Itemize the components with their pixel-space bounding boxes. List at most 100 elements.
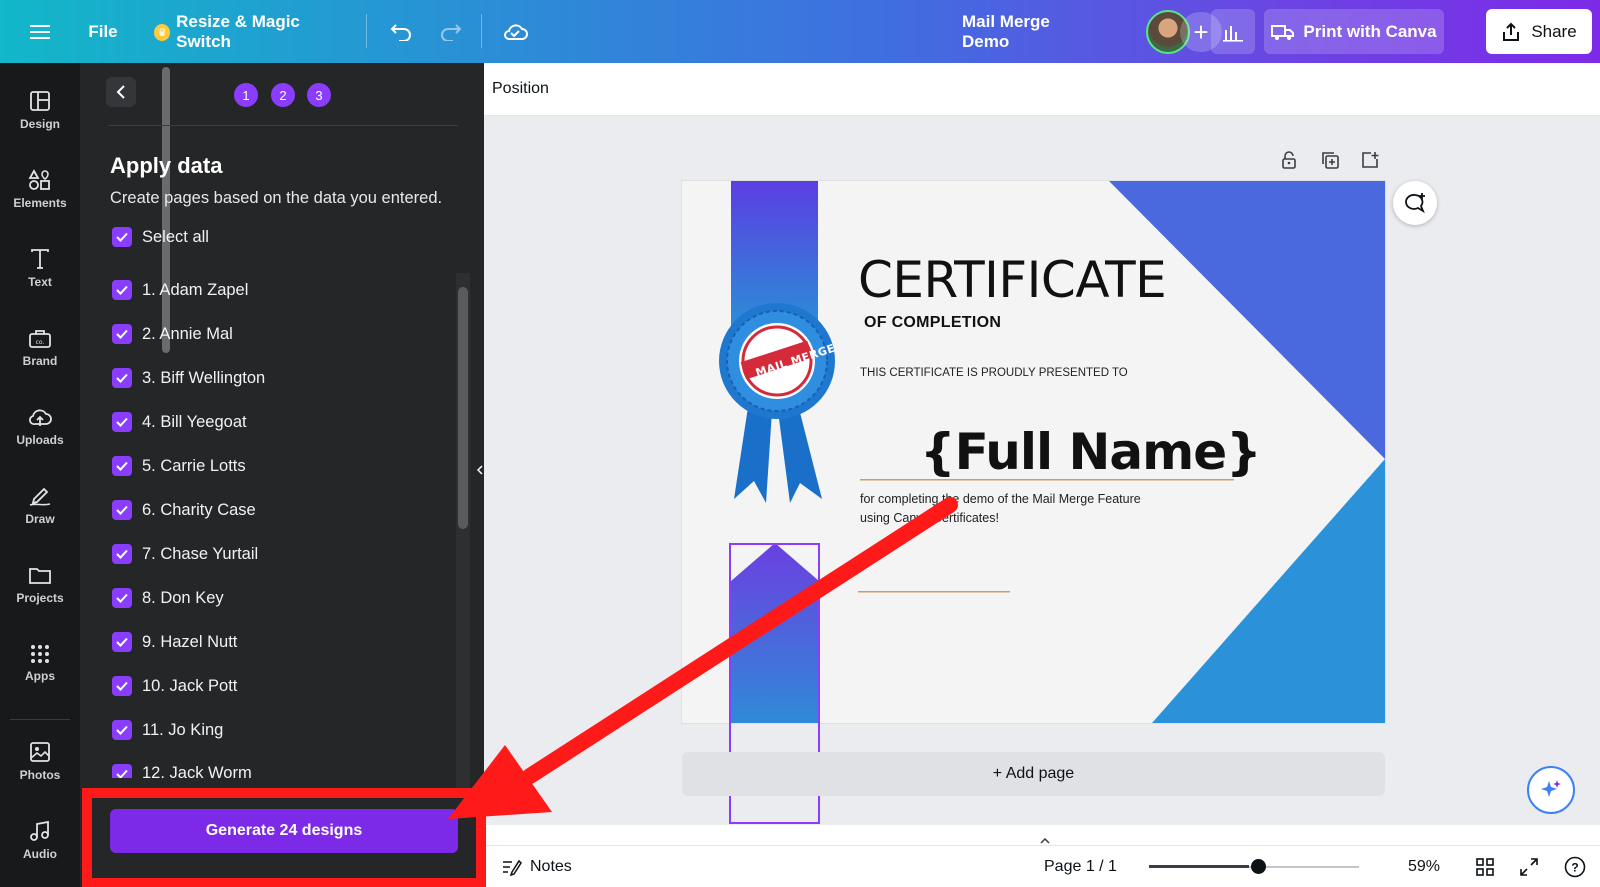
checkbox-checked-icon	[112, 412, 132, 432]
checkbox-checked-icon	[112, 588, 132, 608]
presented-text: THIS CERTIFICATE IS PROUDLY PRESENTED TO	[860, 367, 1128, 379]
divider	[10, 719, 70, 720]
data-row-checkbox[interactable]: 9. Hazel Nutt	[112, 632, 237, 652]
rail-item-brand[interactable]: co. Brand	[0, 312, 80, 382]
sparkle-icon	[1541, 780, 1561, 797]
checkbox-checked-icon	[112, 456, 132, 476]
add-page-icon[interactable]	[1360, 150, 1384, 170]
full-name-placeholder[interactable]: {Full Name}	[920, 423, 1262, 481]
rail-item-text[interactable]: Text	[0, 233, 80, 303]
data-row-checkbox[interactable]: 11. Jo King	[112, 720, 223, 740]
elements-icon	[28, 168, 50, 190]
checkbox-checked-icon	[112, 544, 132, 564]
divider	[108, 125, 458, 126]
file-menu[interactable]: File	[88, 12, 118, 52]
print-label: Print with Canva	[1303, 21, 1437, 41]
data-row-checkbox[interactable]: 4. Bill Yeegoat	[112, 412, 247, 432]
checkbox-checked-icon	[112, 720, 132, 740]
grid-view-icon[interactable]	[1476, 858, 1494, 881]
data-row-checkbox[interactable]: 2. Annie Mal	[112, 324, 233, 344]
select-all-label: Select all	[142, 227, 209, 246]
crown-icon: ♛	[154, 23, 171, 41]
rail-item-photos[interactable]: Photos	[0, 726, 80, 796]
add-comment-button[interactable]	[1393, 181, 1437, 225]
signature-line	[858, 591, 1010, 593]
rail-item-apps[interactable]: Apps	[0, 628, 80, 698]
description-line-2: using Canva Certificates!	[860, 511, 999, 525]
step-indicator-3[interactable]: 3	[307, 83, 331, 107]
notes-button[interactable]: Notes	[530, 858, 572, 876]
text-icon	[31, 248, 49, 269]
redo-icon[interactable]	[436, 12, 466, 52]
certificate-subtitle: OF COMPLETION	[864, 314, 1002, 331]
svg-text:?: ?	[1571, 861, 1578, 875]
help-icon[interactable]: ?	[1564, 856, 1586, 883]
insights-chart-icon[interactable]	[1211, 9, 1255, 54]
data-row-label: 5. Carrie Lotts	[142, 456, 246, 475]
checkbox-checked-icon	[112, 764, 132, 778]
top-toolbar: File ♛ Resize & Magic Switch Mail Merge …	[0, 0, 1600, 63]
rail-item-audio[interactable]: Audio	[0, 805, 80, 875]
data-row-label: 4. Bill Yeegoat	[142, 412, 247, 431]
cloud-saved-icon[interactable]	[500, 12, 530, 52]
rail-label: Draw	[25, 511, 55, 526]
rail-item-draw[interactable]: Draw	[0, 470, 80, 540]
panel-scrollbar[interactable]	[162, 67, 170, 353]
checkbox-checked-icon	[112, 280, 132, 300]
resize-label: Resize & Magic Switch	[176, 12, 300, 51]
list-scrollbar-thumb[interactable]	[458, 287, 468, 529]
position-button[interactable]: Position	[492, 80, 549, 98]
magic-assistant-button[interactable]	[1527, 766, 1575, 814]
data-row-checkbox[interactable]: 10. Jack Pott	[112, 676, 237, 696]
audio-icon	[30, 820, 49, 841]
generate-designs-button[interactable]: Generate 24 designs	[110, 809, 458, 853]
lock-icon[interactable]	[1280, 150, 1304, 170]
description-line-1: for completing the demo of the Mail Merg…	[860, 492, 1141, 506]
resize-button[interactable]: ♛ Resize & Magic Switch	[154, 12, 350, 52]
data-row-label: 2. Annie Mal	[142, 324, 233, 343]
share-icon	[1503, 22, 1520, 41]
zoom-slider-fill	[1149, 865, 1249, 868]
rail-item-elements[interactable]: Elements	[0, 154, 80, 224]
rail-label: Uploads	[16, 432, 64, 447]
page-indicator[interactable]: Page 1 / 1	[1044, 858, 1117, 876]
decor-triangle-bottom	[1152, 459, 1385, 723]
rail-label: Apps	[25, 668, 55, 683]
data-row-checkbox[interactable]: 1. Adam Zapel	[112, 280, 248, 300]
select-all-checkbox[interactable]: Select all	[112, 227, 209, 247]
rail-item-uploads[interactable]: Uploads	[0, 391, 80, 461]
back-button[interactable]	[106, 77, 136, 107]
data-row-checkbox[interactable]: 6. Charity Case	[112, 500, 256, 520]
apps-icon	[31, 644, 49, 663]
zoom-level[interactable]: 59%	[1408, 858, 1440, 876]
step-indicator-2[interactable]: 2	[271, 83, 295, 107]
design-title[interactable]: Mail Merge Demo	[962, 12, 1098, 52]
chevron-left-icon	[116, 85, 125, 99]
data-row-label: 7. Chase Yurtail	[142, 544, 259, 563]
rail-label: Design	[19, 116, 60, 131]
menu-icon[interactable]	[24, 12, 56, 52]
undo-icon[interactable]	[386, 12, 416, 52]
rail-item-projects[interactable]: Projects	[0, 549, 80, 619]
checkbox-checked-icon	[112, 676, 132, 696]
data-row-checkbox[interactable]: 12. Jack Worm	[112, 764, 252, 778]
notes-icon[interactable]	[502, 858, 522, 881]
chevron-left-icon	[477, 465, 483, 475]
add-page-button[interactable]: + Add page	[682, 752, 1385, 796]
rail-item-design[interactable]: Design	[0, 75, 80, 145]
duplicate-page-icon[interactable]	[1320, 150, 1344, 170]
step-indicator-1[interactable]: 1	[234, 83, 258, 107]
mail-merge-seal	[719, 303, 835, 503]
data-row-checkbox[interactable]: 7. Chase Yurtail	[112, 544, 258, 564]
data-row-label: 1. Adam Zapel	[142, 280, 249, 299]
zoom-slider-thumb[interactable]	[1251, 859, 1266, 874]
data-row-checkbox[interactable]: 3. Biff Wellington	[112, 368, 265, 388]
share-button[interactable]: Share	[1486, 9, 1592, 54]
data-row-label: 9. Hazel Nutt	[142, 632, 238, 651]
panel-subtitle: Create pages based on the data you enter…	[110, 189, 443, 207]
data-row-label: 3. Biff Wellington	[142, 368, 266, 387]
data-row-checkbox[interactable]: 8. Don Key	[112, 588, 224, 608]
print-with-canva-button[interactable]: Print with Canva	[1264, 9, 1444, 54]
fullscreen-icon[interactable]	[1520, 858, 1538, 881]
data-row-checkbox[interactable]: 5. Carrie Lotts	[112, 456, 246, 476]
